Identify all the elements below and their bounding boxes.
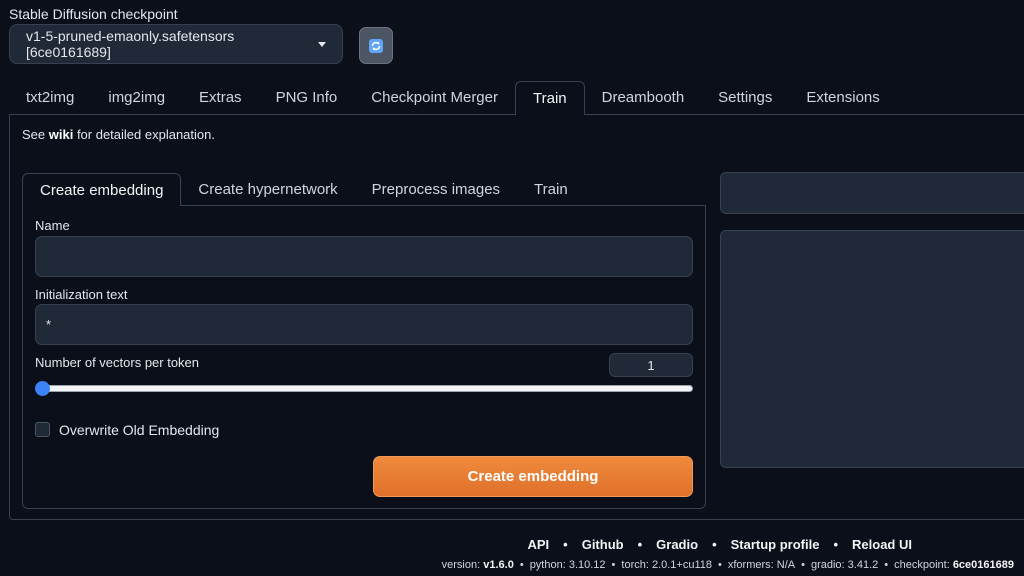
overwrite-checkbox[interactable] (35, 422, 50, 437)
footer-version-info: version: v1.6.0 • python: 3.10.12 • torch: 2… (442, 559, 1014, 571)
tab-png-info[interactable]: PNG Info (259, 81, 355, 115)
footer-dot: • (884, 559, 889, 571)
refresh-checkpoint-button[interactable] (359, 27, 393, 64)
footer-link-gradio[interactable]: Gradio (656, 537, 698, 552)
footer-link-startup-profile[interactable]: Startup profile (731, 537, 820, 552)
wiki-link[interactable]: wiki (49, 127, 74, 142)
footer-dot: • (519, 559, 524, 571)
checkpoint-label: Stable Diffusion checkpoint (9, 6, 178, 22)
vectors-slider-handle[interactable] (35, 381, 50, 396)
xformers-version: xformers: N/A (727, 559, 796, 571)
footer-separator: • (712, 537, 717, 552)
tab-img2img[interactable]: img2img (91, 81, 182, 115)
wiki-note: See wiki for detailed explanation. (22, 127, 215, 142)
subtab-preprocess-images[interactable]: Preprocess images (355, 173, 517, 206)
tab-checkpoint-merger[interactable]: Checkpoint Merger (354, 81, 515, 115)
output-log-box (720, 230, 1024, 468)
footer-separator: • (833, 537, 839, 552)
overwrite-label: Overwrite Old Embedding (59, 422, 220, 438)
output-status-box (720, 172, 1024, 214)
tab-extras[interactable]: Extras (182, 81, 259, 115)
vectors-number-input[interactable]: 1 (609, 353, 693, 377)
tab-dreambooth[interactable]: Dreambooth (585, 81, 702, 115)
name-input[interactable] (35, 236, 693, 277)
create-embedding-button[interactable]: Create embedding (373, 456, 693, 497)
main-tabs: txt2img img2img Extras PNG Info Checkpoi… (9, 81, 897, 115)
tab-settings[interactable]: Settings (701, 81, 789, 115)
train-subtabs: Create embedding Create hypernetwork Pre… (22, 173, 585, 206)
name-label: Name (35, 218, 70, 233)
footer-dot: • (801, 559, 805, 571)
init-text-input[interactable]: * (35, 304, 693, 345)
checkpoint-selected: v1-5-pruned-emaonly.safetensors [6ce0161… (26, 28, 235, 60)
refresh-icon (369, 38, 383, 53)
footer-links: API • Github • Gradio • Startup profile … (0, 537, 1024, 552)
footer-dot: • (611, 559, 616, 571)
wiki-suffix: for detailed explanation. (73, 127, 215, 142)
wiki-prefix: See (22, 127, 49, 142)
footer-link-api[interactable]: API (527, 537, 549, 552)
chevron-down-icon (318, 41, 326, 47)
gradio-version: gradio: 3.41.2 (810, 559, 879, 571)
footer-separator: • (637, 537, 643, 552)
footer-separator: • (563, 537, 568, 552)
vectors-label: Number of vectors per token (35, 355, 200, 370)
version-value: v1.6.0 (483, 559, 514, 571)
subtab-create-embedding[interactable]: Create embedding (22, 173, 182, 206)
tab-train[interactable]: Train (515, 81, 585, 115)
init-text-label: Initialization text (35, 287, 128, 302)
checkpoint-hash-value: 6ce0161689 (952, 559, 1014, 571)
vectors-slider[interactable] (38, 385, 693, 392)
torch-version: torch: 2.0.1+cu118 (621, 559, 713, 571)
footer-link-reload-ui[interactable]: Reload UI (852, 537, 912, 552)
tab-extensions[interactable]: Extensions (789, 81, 896, 115)
python-version: python: 3.10.12 (529, 559, 606, 571)
subtab-create-hypernetwork[interactable]: Create hypernetwork (181, 173, 354, 206)
subtab-train[interactable]: Train (517, 173, 585, 206)
footer-dot: • (718, 559, 722, 571)
version-label: version: (441, 559, 484, 571)
checkpoint-dropdown[interactable]: v1-5-pruned-emaonly.safetensors [6ce0161… (9, 24, 343, 64)
checkpoint-hash-label: checkpoint: (894, 559, 953, 571)
footer-link-github[interactable]: Github (582, 537, 624, 552)
tab-txt2img[interactable]: txt2img (9, 81, 91, 115)
